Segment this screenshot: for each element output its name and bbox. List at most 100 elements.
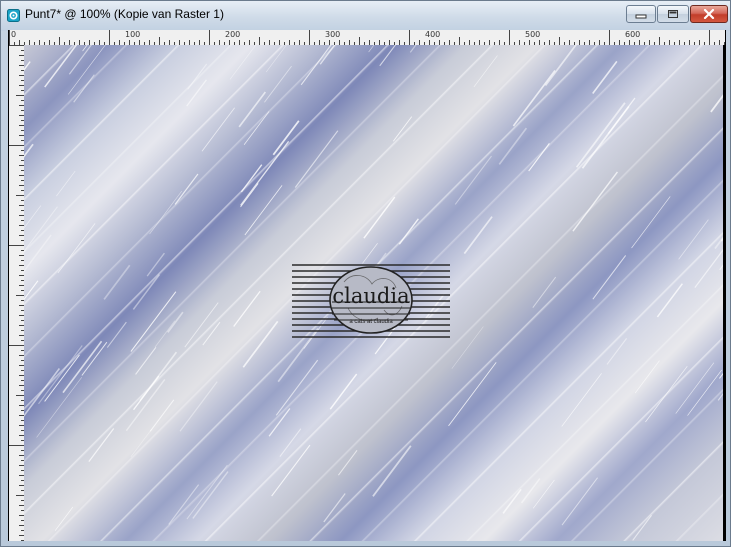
rain-streak (372, 445, 412, 497)
rain-streak (592, 255, 627, 300)
rain-streak (186, 79, 207, 107)
rain-streak (279, 428, 302, 458)
maximize-icon (668, 10, 678, 18)
logo-wordmark: claudia (332, 284, 410, 308)
rain-streak (240, 140, 290, 206)
image-window: Punt7* @ 100% (Kopie van Raster 1) 0 100… (0, 0, 731, 547)
minimize-button[interactable] (626, 5, 656, 23)
rain-streak (572, 171, 619, 232)
close-button[interactable] (690, 5, 728, 23)
rain-streak (454, 155, 492, 205)
horizontal-ruler-ticks (9, 30, 725, 45)
rain-streak (606, 338, 628, 365)
rain-streak (561, 477, 598, 526)
rain-streak (229, 45, 257, 80)
rain-streak (125, 379, 166, 432)
rain-streak (720, 237, 723, 242)
ruler-label-600: 600 (625, 30, 641, 39)
rain-streak (233, 290, 261, 327)
rain-streak (130, 291, 177, 352)
rain-streak (242, 320, 279, 368)
minimize-icon (635, 14, 647, 19)
claudia-watermark-logo: claudia a cats at claudia (292, 262, 450, 340)
rain-streak (502, 488, 522, 514)
rain-streak (240, 183, 259, 208)
rain-streak (184, 302, 219, 348)
vertical-ruler-ticks (9, 45, 24, 541)
rain-streak (106, 321, 127, 348)
rain-streak (678, 219, 709, 260)
rain-streak (103, 264, 131, 300)
rain-streak (88, 428, 115, 463)
horizontal-ruler[interactable]: 0 100 200 300 400 500 600 (9, 30, 725, 45)
vertical-ruler[interactable] (9, 45, 24, 541)
maximize-button[interactable] (657, 5, 689, 23)
rain-streak (24, 234, 52, 273)
ruler-label-300: 300 (325, 30, 341, 39)
rain-streak (275, 359, 319, 416)
rain-streak (62, 340, 103, 394)
ruler-label-200: 200 (225, 30, 241, 39)
rain-streak (202, 321, 221, 346)
rain-streak (294, 130, 339, 188)
rain-streak (36, 376, 83, 438)
rain-streak (319, 45, 336, 65)
rain-streak (544, 45, 577, 87)
ruler-label-400: 400 (425, 30, 441, 39)
rain-streak (24, 205, 42, 229)
rain-streak (520, 478, 541, 504)
rain-streak (561, 373, 602, 427)
rain-streak (81, 341, 108, 376)
rain-streak (174, 173, 199, 205)
image-canvas[interactable]: claudia a cats at claudia (24, 45, 723, 541)
rain-streak (179, 381, 218, 432)
rain-streak (368, 45, 375, 53)
app-icon (7, 9, 20, 22)
rain-streak (264, 65, 292, 103)
rain-streak (363, 196, 396, 239)
rain-streak (398, 218, 419, 245)
rain-streak (717, 392, 723, 401)
rain-streak (130, 429, 152, 458)
rain-streak (24, 61, 31, 71)
rain-streak (24, 206, 58, 253)
rain-streak (168, 484, 200, 525)
rain-streak (323, 493, 346, 523)
rain-streak (528, 143, 550, 172)
rain-streak (149, 190, 183, 235)
rain-streak (56, 170, 76, 197)
rain-streak (581, 105, 630, 169)
rain-streak (498, 127, 528, 165)
window-title: Punt7* @ 100% (Kopie van Raster 1) (25, 7, 224, 21)
rain-streak (149, 399, 175, 432)
title-bar[interactable]: Punt7* @ 100% (Kopie van Raster 1) (1, 1, 730, 31)
rain-streak (54, 506, 74, 531)
rain-streak (463, 216, 493, 255)
rain-streak (575, 102, 626, 168)
rain-streak (24, 280, 39, 301)
ruler-label-100: 100 (125, 30, 141, 39)
rain-streak (67, 45, 106, 95)
close-icon (703, 9, 715, 19)
rain-streak (409, 45, 417, 53)
rain-streak (167, 311, 184, 333)
rain-streak (272, 120, 300, 156)
rain-streak (139, 351, 178, 402)
rain-streak (656, 283, 683, 318)
rain-streak (448, 362, 497, 427)
rain-streak (631, 196, 671, 249)
rain-streak (73, 74, 95, 103)
rain-streak (271, 444, 311, 497)
rain-streak (192, 471, 229, 519)
rain-streak (392, 116, 413, 142)
rain-streak (24, 143, 34, 158)
ruler-label-500: 500 (525, 30, 541, 39)
rain-streak (57, 223, 96, 274)
rain-streak (187, 63, 208, 90)
rain-streak (240, 164, 263, 193)
rain-streak (473, 55, 498, 88)
rain-streak (268, 408, 291, 437)
rain-streak (201, 107, 235, 152)
rain-streak (337, 450, 358, 476)
rain-streak (132, 274, 161, 310)
